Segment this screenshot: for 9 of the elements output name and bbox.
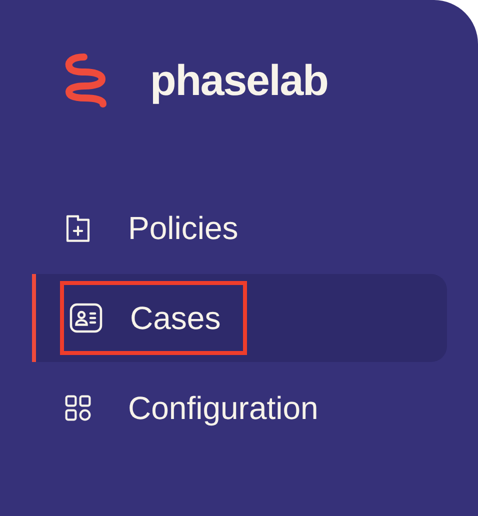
nav-item[interactable]: Configuration xyxy=(32,378,447,438)
spring-logo-icon xyxy=(64,52,108,110)
nav-label: Configuration xyxy=(128,392,318,424)
brand-name: phaselab xyxy=(150,60,328,102)
nav-label: Cases xyxy=(130,302,221,334)
nav-label: Policies xyxy=(128,212,238,244)
nav-item[interactable]: Cases xyxy=(32,274,447,362)
nav-item[interactable]: Policies xyxy=(32,198,447,258)
grid-icon xyxy=(64,394,92,422)
